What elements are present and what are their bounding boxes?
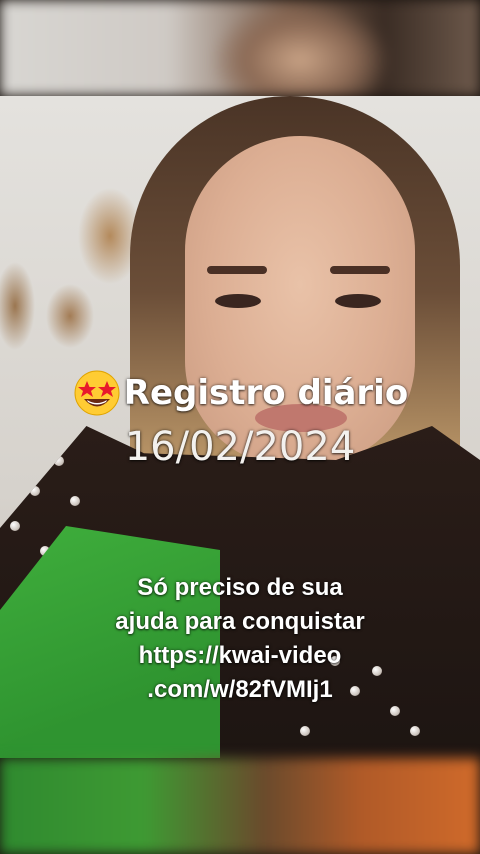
star-struck-emoji-icon [72,368,122,418]
date-caption: 16/02/2024 [124,424,356,470]
message-line: Só preciso de sua [137,574,343,601]
left-eye [215,294,261,308]
message-link-line: https://kwai-video [138,642,342,669]
video-frame: Registro diário 16/02/2024 Só preciso de… [0,0,480,854]
right-eyebrow [330,266,390,274]
left-eyebrow [207,266,267,274]
blurred-background-bottom [0,758,480,854]
right-eye [335,294,381,308]
title-caption: Registro diário [0,368,480,418]
message-link-line: .com/w/82fVMIj1 [147,676,333,703]
message-line: ajuda para conquistar [115,608,365,635]
blurred-background-top [0,0,480,96]
message-caption: Só preciso de sua ajuda para conquistar … [0,571,480,707]
title-text: Registro diário [123,373,409,413]
